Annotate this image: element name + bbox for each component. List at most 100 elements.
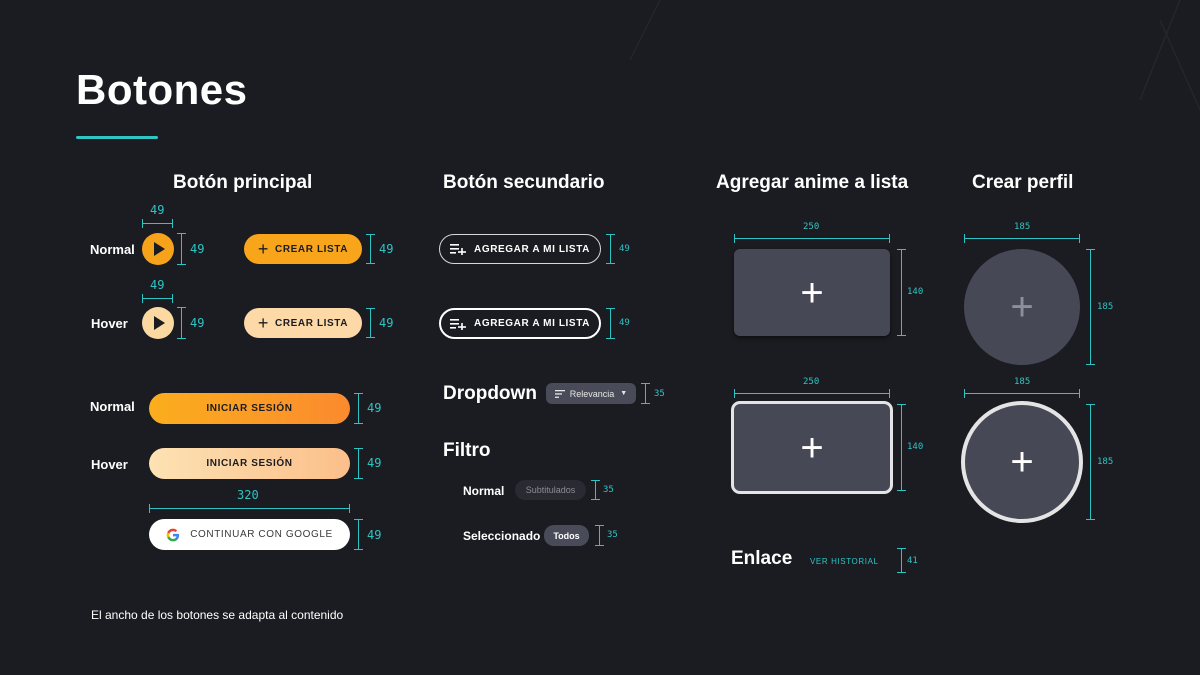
footnote: El ancho de los botones se adapta al con… [91,608,344,622]
agregar-lista-label: AGREGAR A MI LISTA [474,243,590,255]
enlace-heading: Enlace [731,548,793,569]
add-anime-card-normal[interactable]: + [734,249,890,336]
chip-subtitulados-label: Subtitulados [525,485,576,495]
google-width-bracket [149,504,350,513]
perfil-width-bracket [964,234,1080,243]
play-icon [154,242,165,256]
google-button[interactable]: CONTINUAR CON GOOGLE [149,519,350,550]
add-profile-circle-hover[interactable]: + [961,401,1083,523]
google-label: CONTINUAR CON GOOGLE [190,529,333,540]
play-height-label: 49 [190,316,205,330]
crear-lista-label: CREAR LISTA [275,243,349,255]
agregar-anime-heading: Agregar anime a lista [716,172,909,193]
google-height-bracket [354,519,363,550]
plus-icon: + [800,270,824,315]
title-underline [76,136,158,139]
login-height-bracket [354,393,363,424]
play-height-bracket [177,233,186,265]
plus-icon: + [800,425,824,470]
filtro-normal-label: Normal [463,484,505,498]
dropdown-height-bracket [641,383,650,404]
dropdown-height-label: 35 [654,389,665,399]
filtro-heading: Filtro [443,440,491,461]
dropdown-heading: Dropdown [443,383,537,404]
crear-lista-button-normal[interactable]: + CREAR LISTA [244,234,362,264]
google-width-label: 320 [237,488,259,502]
state-normal-label: Normal [90,242,135,257]
anime-card-width-bracket [734,234,890,243]
enlace-height-bracket [897,548,906,573]
agregar-height-label: 49 [619,318,630,328]
filtro-selected-label: Seleccionado [463,529,541,543]
state-hover-label: Hover [91,316,128,331]
iniciar-sesion-label: INICIAR SESIÓN [206,403,293,414]
agregar-lista-button-hover[interactable]: AGREGAR A MI LISTA [439,308,601,339]
login-height-bracket [354,448,363,479]
plus-icon: + [257,313,270,333]
play-height-label: 49 [190,242,205,256]
iniciar-sesion-button-normal[interactable]: INICIAR SESIÓN [149,393,350,424]
google-icon [166,528,180,541]
play-icon [154,316,165,330]
agregar-lista-label: AGREGAR A MI LISTA [474,318,590,329]
anime-card-width-label: 250 [803,222,820,232]
page-title: Botones [76,66,248,113]
perfil-width-bracket [964,389,1080,398]
dropdown-relevancia[interactable]: Relevancia ▼ [546,383,636,404]
chip-height-label: 35 [607,530,618,540]
anime-card-height-label: 140 [907,287,924,297]
anime-card-width-label: 250 [803,377,820,387]
state-normal-label: Normal [90,399,135,414]
agregar-height-bracket [606,234,615,264]
chip-height-bracket [595,525,604,546]
chip-height-label: 35 [603,485,614,495]
perfil-height-bracket [1086,404,1095,520]
sort-icon [554,389,565,398]
plus-icon: + [1010,440,1034,484]
anime-card-height-bracket [897,404,906,491]
caret-down-icon: ▼ [620,390,628,397]
google-height-label: 49 [367,528,382,542]
crear-perfil-heading: Crear perfil [972,172,1074,193]
playlist-add-icon [450,244,466,255]
plus-icon: + [1010,285,1034,329]
crear-height-bracket [366,308,375,338]
add-profile-circle-normal[interactable]: + [964,249,1080,365]
agregar-lista-button-normal[interactable]: AGREGAR A MI LISTA [439,234,601,264]
play-width-bracket [142,219,173,228]
login-height-label: 49 [367,456,382,470]
background-decoration [629,0,1200,111]
login-height-label: 49 [367,401,382,415]
anime-card-height-bracket [897,249,906,336]
chip-subtitulados[interactable]: Subtitulados [515,480,586,500]
iniciar-sesion-label: INICIAR SESIÓN [206,458,293,469]
enlace-height-label: 41 [907,556,918,566]
crear-height-label: 49 [379,316,394,330]
agregar-height-bracket [606,308,615,339]
crear-lista-button-hover[interactable]: + CREAR LISTA [244,308,362,338]
perfil-width-label: 185 [1014,222,1031,232]
perfil-height-label: 185 [1097,457,1114,467]
chip-todos[interactable]: Todos [544,525,589,546]
ver-historial-link[interactable]: VER HISTORIAL [810,557,879,566]
iniciar-sesion-button-hover[interactable]: INICIAR SESIÓN [149,448,350,479]
crear-lista-label: CREAR LISTA [275,317,349,329]
plus-icon: + [257,239,270,259]
agregar-height-label: 49 [619,244,630,254]
perfil-width-label: 185 [1014,377,1031,387]
play-height-bracket [177,307,186,339]
perfil-height-bracket [1086,249,1095,365]
playlist-add-icon [450,318,466,330]
play-button-normal[interactable] [142,233,174,265]
crear-height-label: 49 [379,242,394,256]
play-button-hover[interactable] [142,307,174,339]
play-width-bracket [142,294,173,303]
anime-card-width-bracket [734,389,890,398]
anime-card-height-label: 140 [907,442,924,452]
crear-height-bracket [366,234,375,264]
play-width-label: 49 [150,278,165,292]
secondary-heading: Botón secundario [443,172,605,193]
play-width-label: 49 [150,203,165,217]
chip-todos-label: Todos [553,530,580,541]
add-anime-card-hover[interactable]: + [731,401,893,494]
